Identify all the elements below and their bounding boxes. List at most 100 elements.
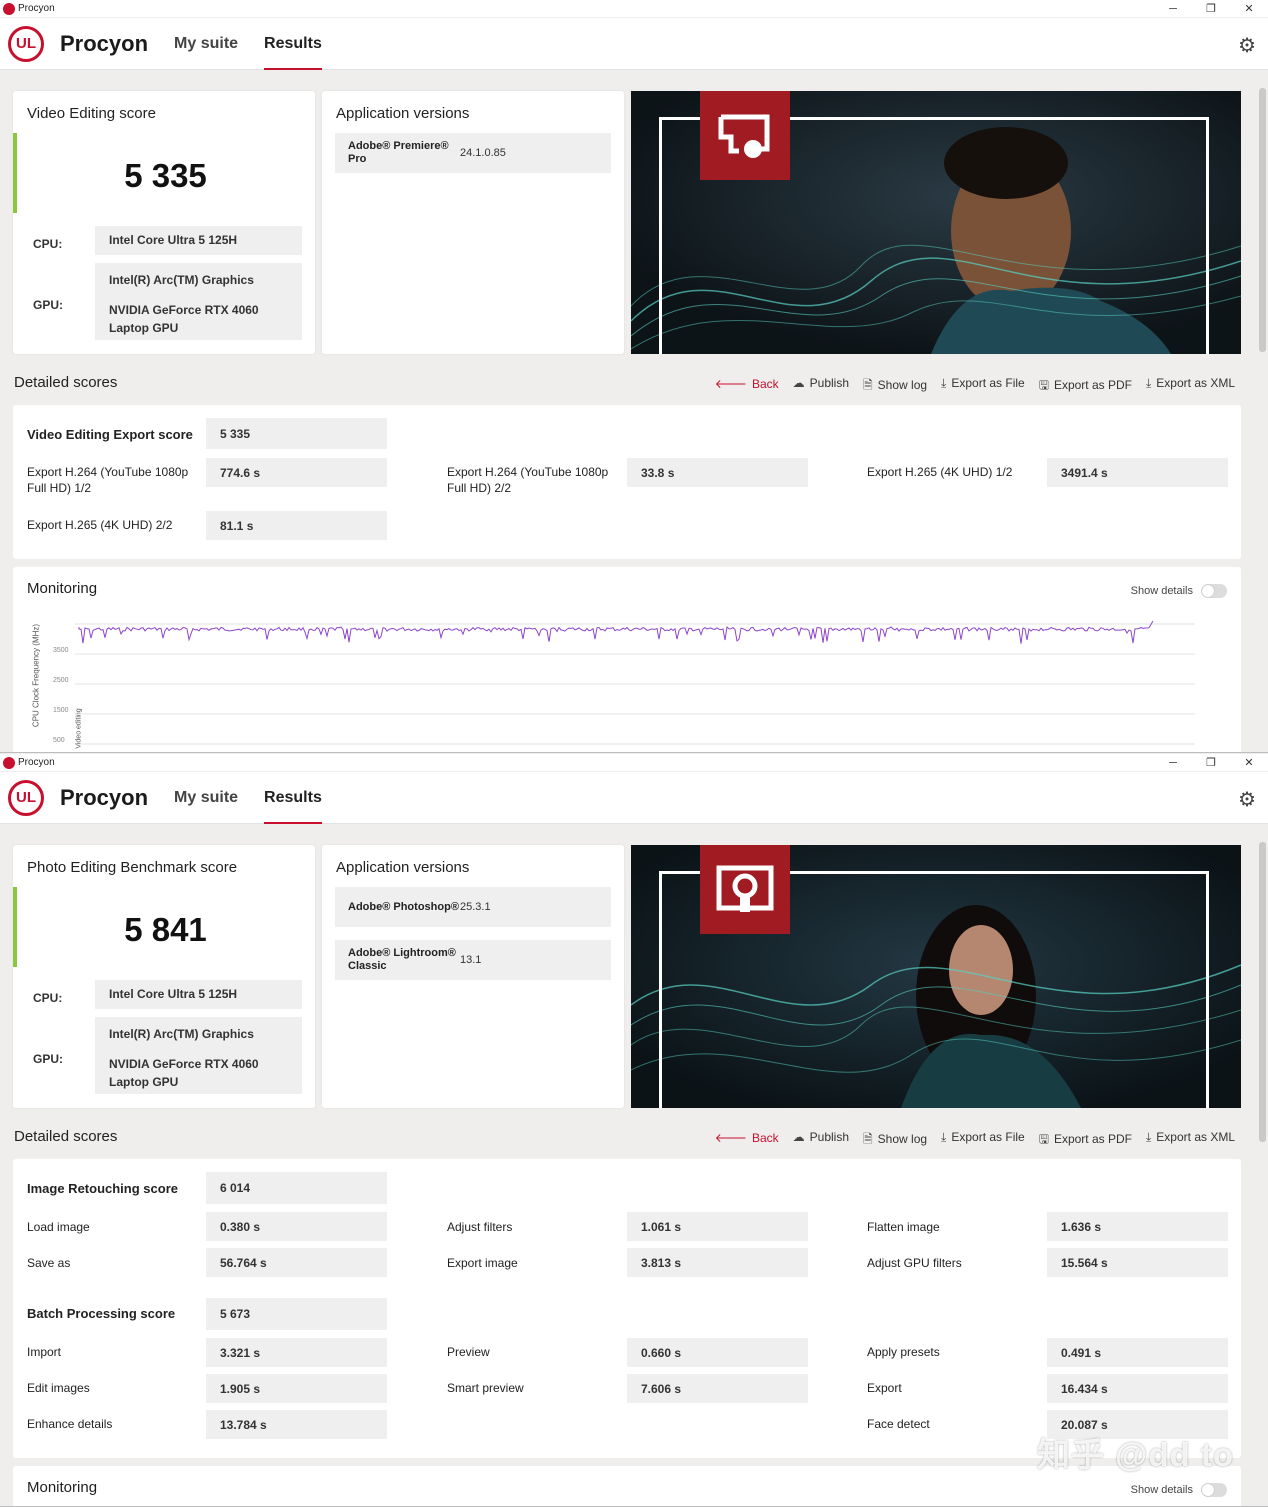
y-tick: 3500 <box>53 647 69 654</box>
gpu-2: NVIDIA GeForce RTX 4060 Laptop GPU <box>109 303 259 335</box>
overall-score: 5 335 <box>124 157 207 194</box>
batch-score-value: 5 673 <box>206 1298 387 1330</box>
action-bar: 🡐 Back ☁ Publish 🗎 Show log ⤓ Export as File… <box>701 1130 1235 1151</box>
test-name: Adjust filters <box>447 1220 513 1234</box>
y-tick: 2500 <box>53 677 69 684</box>
test-value: 1.905 s <box>206 1374 387 1403</box>
minimize-button[interactable]: ─ <box>1154 0 1192 18</box>
app-version: 25.3.1 <box>460 901 491 913</box>
app-version-row: Adobe® Lightroom® Classic 13.1 <box>335 940 611 980</box>
nav-my-suite[interactable]: My suite <box>174 18 238 70</box>
app-versions-card: Application versions Adobe® Photoshop® 2… <box>322 845 624 1108</box>
gpu-1: Intel(R) Arc(TM) Graphics <box>109 273 254 287</box>
app-version: 24.1.0.85 <box>460 147 506 159</box>
show-details-toggle[interactable]: Show details <box>1131 1483 1227 1497</box>
test-value: 0.660 s <box>627 1338 808 1367</box>
detailed-scores-title: Detailed scores <box>14 1128 118 1145</box>
export-score-label: Video Editing Export score <box>27 427 193 442</box>
cpu-label: CPU: <box>33 991 63 1005</box>
procyon-window-photo: Procyon ─ ❐ ✕ UL Procyon My suite Result… <box>0 754 1268 1507</box>
nav-results[interactable]: Results <box>264 772 322 824</box>
brand-name: Procyon <box>60 784 149 810</box>
publish-button[interactable]: ☁ Publish <box>793 1130 849 1151</box>
app-header: UL Procyon My suite Results ⚙ <box>0 18 1268 70</box>
photo-editing-icon <box>700 845 790 934</box>
title-bar: Procyon ─ ❐ ✕ <box>0 754 1268 772</box>
gpu-label: GPU: <box>33 1052 63 1066</box>
nav-my-suite[interactable]: My suite <box>174 772 238 824</box>
monitoring-title: Monitoring <box>27 1479 98 1496</box>
show-log-button[interactable]: 🗎 Show log <box>863 376 927 397</box>
nav-results[interactable]: Results <box>264 18 322 70</box>
minimize-button[interactable]: ─ <box>1154 754 1192 772</box>
show-details-toggle[interactable]: Show details <box>1131 584 1227 598</box>
test-name: Edit images <box>27 1381 90 1395</box>
retouch-score-label: Image Retouching score <box>27 1181 178 1196</box>
test-name: Save as <box>27 1256 71 1270</box>
score-title: Video Editing score <box>27 105 156 122</box>
gpu-label: GPU: <box>33 298 63 312</box>
document-icon: 🗎 <box>863 1132 873 1146</box>
publish-button[interactable]: ☁ Publish <box>793 376 849 397</box>
test-value: 3.321 s <box>206 1338 387 1367</box>
test-name: Enhance details <box>27 1417 113 1431</box>
show-log-button[interactable]: 🗎 Show log <box>863 1130 927 1151</box>
test-name: Export H.265 (4K UHD) 2/2 <box>27 518 173 532</box>
export-xml-button[interactable]: ⤓ Export as XML <box>1146 1130 1235 1151</box>
scrollbar[interactable] <box>1259 88 1266 352</box>
maximize-button[interactable]: ❐ <box>1192 0 1230 18</box>
test-value: 81.1 s <box>206 511 387 540</box>
app-version: 13.1 <box>460 954 482 966</box>
cpu-frequency-chart <box>75 620 1195 745</box>
export-pdf-button[interactable]: 🖫 Export as PDF <box>1039 1130 1132 1151</box>
back-button[interactable]: 🡐 Back <box>715 1130 779 1151</box>
app-versions-card: Application versions Adobe® Premiere® Pr… <box>322 91 624 354</box>
video-editing-icon <box>700 91 790 180</box>
export-file-button[interactable]: ⤓ Export as File <box>941 1130 1025 1151</box>
brand-name: Procyon <box>60 30 149 56</box>
app-header: UL Procyon My suite Results ⚙ <box>0 772 1268 824</box>
app-version-row: Adobe® Premiere® Pro 24.1.0.85 <box>335 133 611 173</box>
test-name: Import <box>27 1345 62 1359</box>
ul-logo: UL <box>8 779 44 816</box>
download-icon: ⤓ <box>1145 1130 1152 1144</box>
close-button[interactable]: ✕ <box>1230 0 1268 18</box>
toggle-switch[interactable] <box>1201 1483 1227 1497</box>
test-name: Preview <box>447 1345 490 1359</box>
cloud-upload-icon: ☁ <box>792 376 805 390</box>
back-button[interactable]: 🡐 Back <box>715 376 779 397</box>
arrow-left-icon: 🡐 <box>714 377 747 391</box>
window-title: Procyon <box>18 3 55 14</box>
test-value: 3491.4 s <box>1047 458 1228 487</box>
toggle-switch[interactable] <box>1201 584 1227 598</box>
watermark: 知乎 @dd to <box>1037 1436 1234 1473</box>
gear-icon[interactable]: ⚙ <box>1238 787 1256 812</box>
gear-icon[interactable]: ⚙ <box>1238 33 1256 58</box>
close-button[interactable]: ✕ <box>1230 754 1268 772</box>
cloud-upload-icon: ☁ <box>792 1130 805 1144</box>
cpu-value: Intel Core Ultra 5 125H <box>95 226 302 255</box>
download-icon: ⤓ <box>1145 376 1152 390</box>
save-icon: 🖫 <box>1038 1132 1049 1146</box>
test-name: Export H.265 (4K UHD) 1/2 <box>867 465 1013 479</box>
test-value: 15.564 s <box>1047 1248 1228 1277</box>
test-value: 7.606 s <box>627 1374 808 1403</box>
maximize-button[interactable]: ❐ <box>1192 754 1230 772</box>
scrollbar[interactable] <box>1259 842 1266 1142</box>
hero-image-photo <box>631 845 1241 1108</box>
test-value: 0.380 s <box>206 1212 387 1241</box>
title-bar: Procyon ─ ❐ ✕ <box>0 0 1268 18</box>
export-file-button[interactable]: ⤓ Export as File <box>941 376 1025 397</box>
app-name: Adobe® Premiere® Pro <box>348 140 449 165</box>
download-icon: ⤓ <box>941 376 947 390</box>
export-pdf-button[interactable]: 🖫 Export as PDF <box>1039 376 1132 397</box>
ul-logo: UL <box>8 25 44 62</box>
gpu-2: NVIDIA GeForce RTX 4060 Laptop GPU <box>109 1057 259 1089</box>
document-icon: 🗎 <box>863 378 873 392</box>
batch-score-label: Batch Processing score <box>27 1306 176 1321</box>
score-card: Video Editing score 5 335 CPU: Intel Cor… <box>13 91 315 354</box>
app-icon <box>3 756 15 769</box>
export-xml-button[interactable]: ⤓ Export as XML <box>1146 376 1235 397</box>
test-name: Adjust GPU filters <box>867 1256 962 1270</box>
app-versions-title: Application versions <box>336 105 470 122</box>
